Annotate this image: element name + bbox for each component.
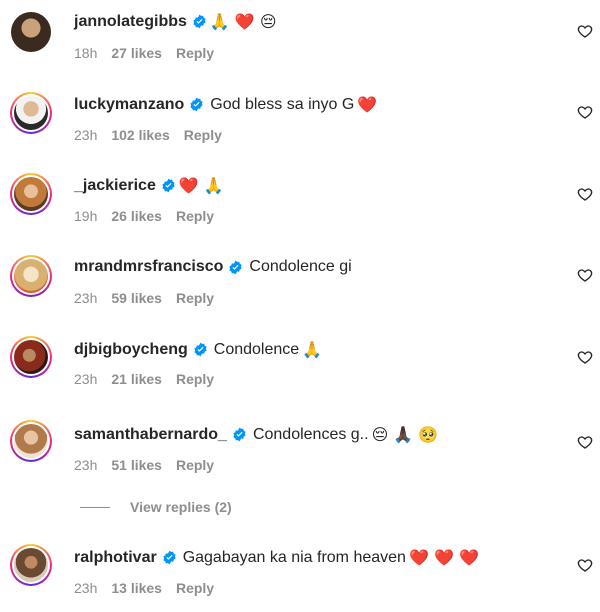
heart-outline-icon[interactable] xyxy=(577,349,593,365)
comment-emojis: ❤️ xyxy=(357,95,378,114)
comment-text: Condolence xyxy=(213,340,300,358)
verified-badge-icon xyxy=(194,342,207,357)
verified-badge-icon xyxy=(233,427,246,442)
reply-button[interactable]: Reply xyxy=(176,371,214,387)
heart-outline-icon[interactable] xyxy=(577,186,593,202)
reply-button[interactable]: Reply xyxy=(176,45,214,61)
comment-username[interactable]: _jackierice xyxy=(74,177,156,195)
view-replies-divider xyxy=(80,506,110,508)
reply-button[interactable]: Reply xyxy=(176,290,214,306)
heart-outline-icon[interactable] xyxy=(577,104,593,120)
avatar[interactable] xyxy=(10,11,52,53)
comment-time: 23h xyxy=(74,290,98,306)
likes-count[interactable]: 59 likes xyxy=(111,290,162,306)
comment-emojis: 🙏 ❤️ 😔 xyxy=(209,12,277,31)
likes-count[interactable]: 102 likes xyxy=(111,127,169,143)
comment-text: Condolence gi xyxy=(249,258,352,275)
likes-count[interactable]: 51 likes xyxy=(111,457,162,473)
verified-badge-icon xyxy=(229,260,242,274)
avatar[interactable] xyxy=(10,255,52,297)
comment-username[interactable]: djbigboycheng xyxy=(74,341,188,359)
heart-outline-icon[interactable] xyxy=(577,557,593,573)
verified-badge-icon xyxy=(162,178,175,193)
avatar[interactable] xyxy=(10,544,52,586)
likes-count[interactable]: 21 likes xyxy=(111,371,162,387)
heart-outline-icon[interactable] xyxy=(577,267,593,283)
comment-time: 23h xyxy=(74,457,98,473)
heart-outline-icon[interactable] xyxy=(577,23,593,39)
comment-emojis: 🙏 xyxy=(302,340,323,359)
comment-time: 23h xyxy=(74,580,98,596)
verified-badge-icon xyxy=(190,97,203,112)
comment-time: 23h xyxy=(74,371,98,387)
avatar[interactable] xyxy=(10,336,52,378)
heart-outline-icon[interactable] xyxy=(577,434,593,450)
comment-text: Condolences g.. xyxy=(252,425,369,443)
avatar[interactable] xyxy=(10,92,52,134)
avatar[interactable] xyxy=(10,173,52,215)
comment-time: 19h xyxy=(74,208,98,224)
comment-username[interactable]: samanthabernardo_ xyxy=(74,426,227,444)
comment-text: God bless sa inyo G xyxy=(210,95,355,113)
comment-emojis: 😔 🙏🏿 🥺 xyxy=(371,425,439,444)
reply-button[interactable]: Reply xyxy=(176,457,214,473)
comment-username[interactable]: jannolategibbs xyxy=(74,13,187,31)
comment-time: 18h xyxy=(74,45,98,61)
likes-count[interactable]: 26 likes xyxy=(111,208,162,224)
comment-username[interactable]: luckymanzano xyxy=(74,96,184,114)
verified-badge-icon xyxy=(193,14,206,29)
reply-button[interactable]: Reply xyxy=(184,127,222,143)
comment-emojis: ❤️ ❤️ ❤️ xyxy=(408,548,479,567)
avatar[interactable] xyxy=(10,420,52,462)
likes-count[interactable]: 13 likes xyxy=(111,580,162,596)
comment-username[interactable]: mrandmrsfrancisco xyxy=(74,258,223,276)
comment-emojis: ❤️ 🙏 xyxy=(178,176,224,195)
likes-count[interactable]: 27 likes xyxy=(111,45,162,61)
reply-button[interactable]: Reply xyxy=(176,208,214,224)
verified-badge-icon xyxy=(163,550,176,565)
reply-button[interactable]: Reply xyxy=(176,580,214,596)
comment-text: Gagabayan ka nia from heaven xyxy=(182,548,406,566)
comment-username[interactable]: ralphotivar xyxy=(74,549,157,567)
view-replies-label: View replies (2) xyxy=(130,499,232,515)
view-replies-button[interactable]: View replies (2) xyxy=(80,499,232,515)
comment-time: 23h xyxy=(74,127,98,143)
